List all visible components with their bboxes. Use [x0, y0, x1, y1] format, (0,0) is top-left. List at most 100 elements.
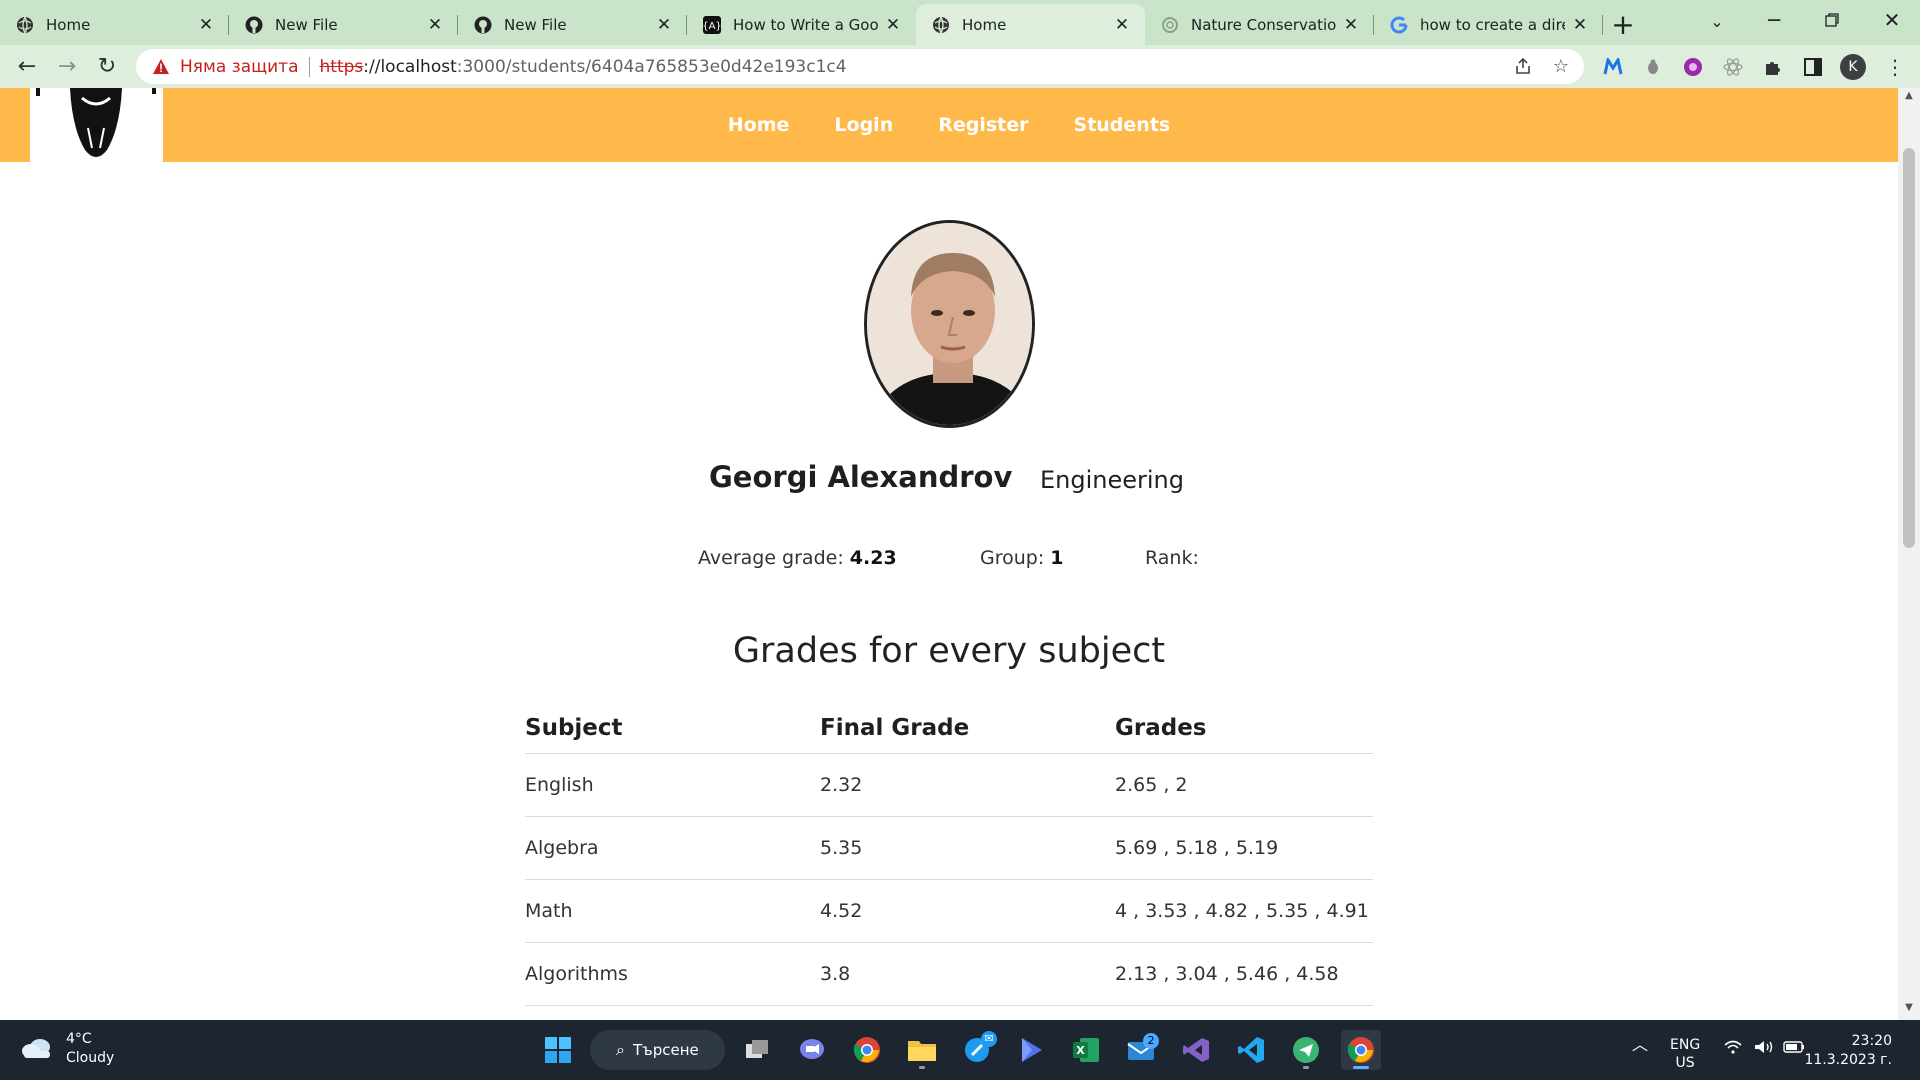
- browser-tab[interactable]: how to create a direct ✕: [1374, 4, 1603, 45]
- column-header-grades: Grades: [1115, 703, 1373, 754]
- cloud-icon: [20, 1035, 54, 1063]
- chrome-active-taskbar-icon[interactable]: [1341, 1030, 1381, 1070]
- bug-extension-icon[interactable]: [1638, 52, 1668, 82]
- tray-overflow-icon[interactable]: ︿: [1632, 1036, 1648, 1054]
- task-view-icon[interactable]: [738, 1030, 778, 1070]
- language-indicator[interactable]: ENG US: [1670, 1036, 1700, 1072]
- browser-tab[interactable]: New File ✕: [229, 4, 458, 45]
- color-extension-icon[interactable]: [1678, 52, 1708, 82]
- volume-icon[interactable]: [1754, 1040, 1774, 1059]
- side-panel-icon[interactable]: [1798, 52, 1828, 82]
- profile-avatar[interactable]: K: [1838, 52, 1868, 82]
- minimize-icon[interactable]: ─: [1746, 0, 1802, 40]
- browser-tab-active[interactable]: Home ✕: [916, 4, 1145, 45]
- browser-tab[interactable]: Home ✕: [0, 4, 229, 45]
- close-icon[interactable]: ✕: [197, 16, 215, 34]
- battery-icon[interactable]: [1783, 1040, 1805, 1058]
- vscode-icon[interactable]: [1231, 1030, 1271, 1070]
- safari-like-app-icon[interactable]: ✉: [957, 1030, 997, 1070]
- close-icon[interactable]: ✕: [884, 16, 902, 34]
- student-major: Engineering: [1040, 466, 1184, 494]
- final-grade-cell: 4.52: [820, 879, 1115, 943]
- scroll-down-icon[interactable]: ▼: [1898, 1002, 1920, 1018]
- url-host: ://localhost: [363, 56, 457, 77]
- window-close-icon[interactable]: ✕: [1864, 0, 1920, 40]
- tab-title: New File: [275, 15, 338, 34]
- page-scrollbar[interactable]: ▲ ▼: [1898, 88, 1920, 1020]
- nav-links: Home Login Register Students: [0, 88, 1898, 162]
- taskbar-search[interactable]: ⌕ Търсене: [590, 1030, 725, 1070]
- code-icon: {A}: [703, 15, 721, 34]
- telegram-like-icon[interactable]: [1286, 1030, 1326, 1070]
- grades-section-title: Grades for every subject: [732, 631, 1166, 671]
- close-icon[interactable]: ✕: [1571, 16, 1589, 34]
- menu-kebab-icon[interactable]: ⋮: [1880, 52, 1910, 82]
- group-stat: Group: 1: [980, 547, 1064, 569]
- nav-students-link[interactable]: Students: [1074, 114, 1171, 136]
- file-explorer-icon[interactable]: [902, 1030, 942, 1070]
- table-row: Algebra 5.35 5.69 , 5.18 , 5.19: [525, 816, 1373, 880]
- react-devtools-icon[interactable]: [1718, 52, 1748, 82]
- extensions-puzzle-icon[interactable]: [1758, 52, 1788, 82]
- table-row: Math 4.52 4 , 3.53 , 4.82 , 5.35 , 4.91: [525, 879, 1373, 943]
- grades-table: Subject Final Grade Grades English 2.32 …: [525, 703, 1373, 1020]
- bookmark-star-icon[interactable]: ☆: [1548, 53, 1574, 79]
- mail-badge: 2: [1143, 1033, 1159, 1049]
- tab-title: how to create a direct: [1420, 15, 1565, 34]
- share-icon[interactable]: [1510, 53, 1536, 79]
- browser-tab[interactable]: {A} How to Write a Good ✕: [687, 4, 916, 45]
- taskbar-search-label: Търсене: [632, 1041, 699, 1059]
- average-grade-label: Average grade:: [698, 547, 844, 569]
- nav-home-link[interactable]: Home: [728, 114, 790, 136]
- globe-icon: [932, 16, 950, 34]
- table-row: [525, 1005, 1373, 1020]
- reload-icon[interactable]: ↻: [87, 49, 127, 85]
- final-grade-cell: 2.32: [820, 753, 1115, 817]
- close-icon[interactable]: ✕: [426, 16, 444, 34]
- new-tab-button[interactable]: +: [1603, 4, 1643, 45]
- close-icon[interactable]: ✕: [655, 16, 673, 34]
- mail-icon[interactable]: 2: [1121, 1030, 1161, 1070]
- scroll-thumb[interactable]: [1903, 148, 1915, 548]
- final-grade-cell: 5.35: [820, 816, 1115, 880]
- wifi-icon[interactable]: [1724, 1040, 1742, 1059]
- taskbar-clock[interactable]: 23:20 11.3.2023 г.: [1804, 1032, 1892, 1070]
- close-icon[interactable]: ✕: [1342, 16, 1360, 34]
- chrome-taskbar-icon[interactable]: [847, 1030, 887, 1070]
- page-viewport: Home Login Register Students Georgi Alex…: [0, 88, 1920, 1020]
- browser-tab[interactable]: Nature Conservation ✕: [1145, 4, 1374, 45]
- browser-tab[interactable]: New File ✕: [458, 4, 687, 45]
- teams-chat-icon[interactable]: [792, 1030, 832, 1070]
- language-top: ENG: [1670, 1037, 1701, 1053]
- close-icon[interactable]: ✕: [1113, 16, 1131, 34]
- excel-icon[interactable]: X: [1066, 1030, 1106, 1070]
- weather-widget[interactable]: 4°C Cloudy: [20, 1030, 114, 1068]
- forward-icon[interactable]: →: [47, 49, 87, 85]
- security-status[interactable]: Няма защита: [180, 57, 299, 77]
- group-value: 1: [1050, 547, 1064, 569]
- warning-icon[interactable]: [152, 58, 170, 76]
- weather-desc: Cloudy: [66, 1050, 115, 1066]
- grades-cell: 2.65 , 2: [1115, 753, 1373, 817]
- malwarebytes-icon[interactable]: [1598, 52, 1628, 82]
- windows-start-icon[interactable]: [538, 1030, 578, 1070]
- visual-studio-icon[interactable]: [1176, 1030, 1216, 1070]
- nav-register-link[interactable]: Register: [938, 114, 1028, 136]
- clock-time: 23:20: [1851, 1033, 1892, 1049]
- tab-title: New File: [504, 15, 567, 34]
- tab-strip: Home ✕ New File ✕ New File ✕ {A} How to …: [0, 0, 1920, 45]
- tab-search-icon[interactable]: ⌄: [1702, 6, 1732, 36]
- power-automate-icon[interactable]: [1012, 1030, 1052, 1070]
- back-icon[interactable]: ←: [7, 49, 47, 85]
- subject-cell: Algorithms: [525, 942, 820, 1006]
- scroll-up-icon[interactable]: ▲: [1898, 90, 1920, 106]
- restore-icon[interactable]: [1804, 0, 1860, 40]
- clock-date: 11.3.2023 г.: [1804, 1052, 1892, 1068]
- nav-login-link[interactable]: Login: [834, 114, 893, 136]
- column-header-final-grade: Final Grade: [820, 703, 1115, 754]
- windows-taskbar: 4°C Cloudy ⌕ Търсене ✉ X 2 ︿ ENG US 23:20…: [0, 1020, 1920, 1080]
- address-bar[interactable]: Няма защита https://localhost:3000/stude…: [136, 49, 1584, 84]
- grades-cell: 4 , 3.53 , 4.82 , 5.35 , 4.91: [1115, 879, 1373, 943]
- average-grade-stat: Average grade: 4.23: [698, 547, 897, 569]
- language-bottom: US: [1675, 1055, 1695, 1071]
